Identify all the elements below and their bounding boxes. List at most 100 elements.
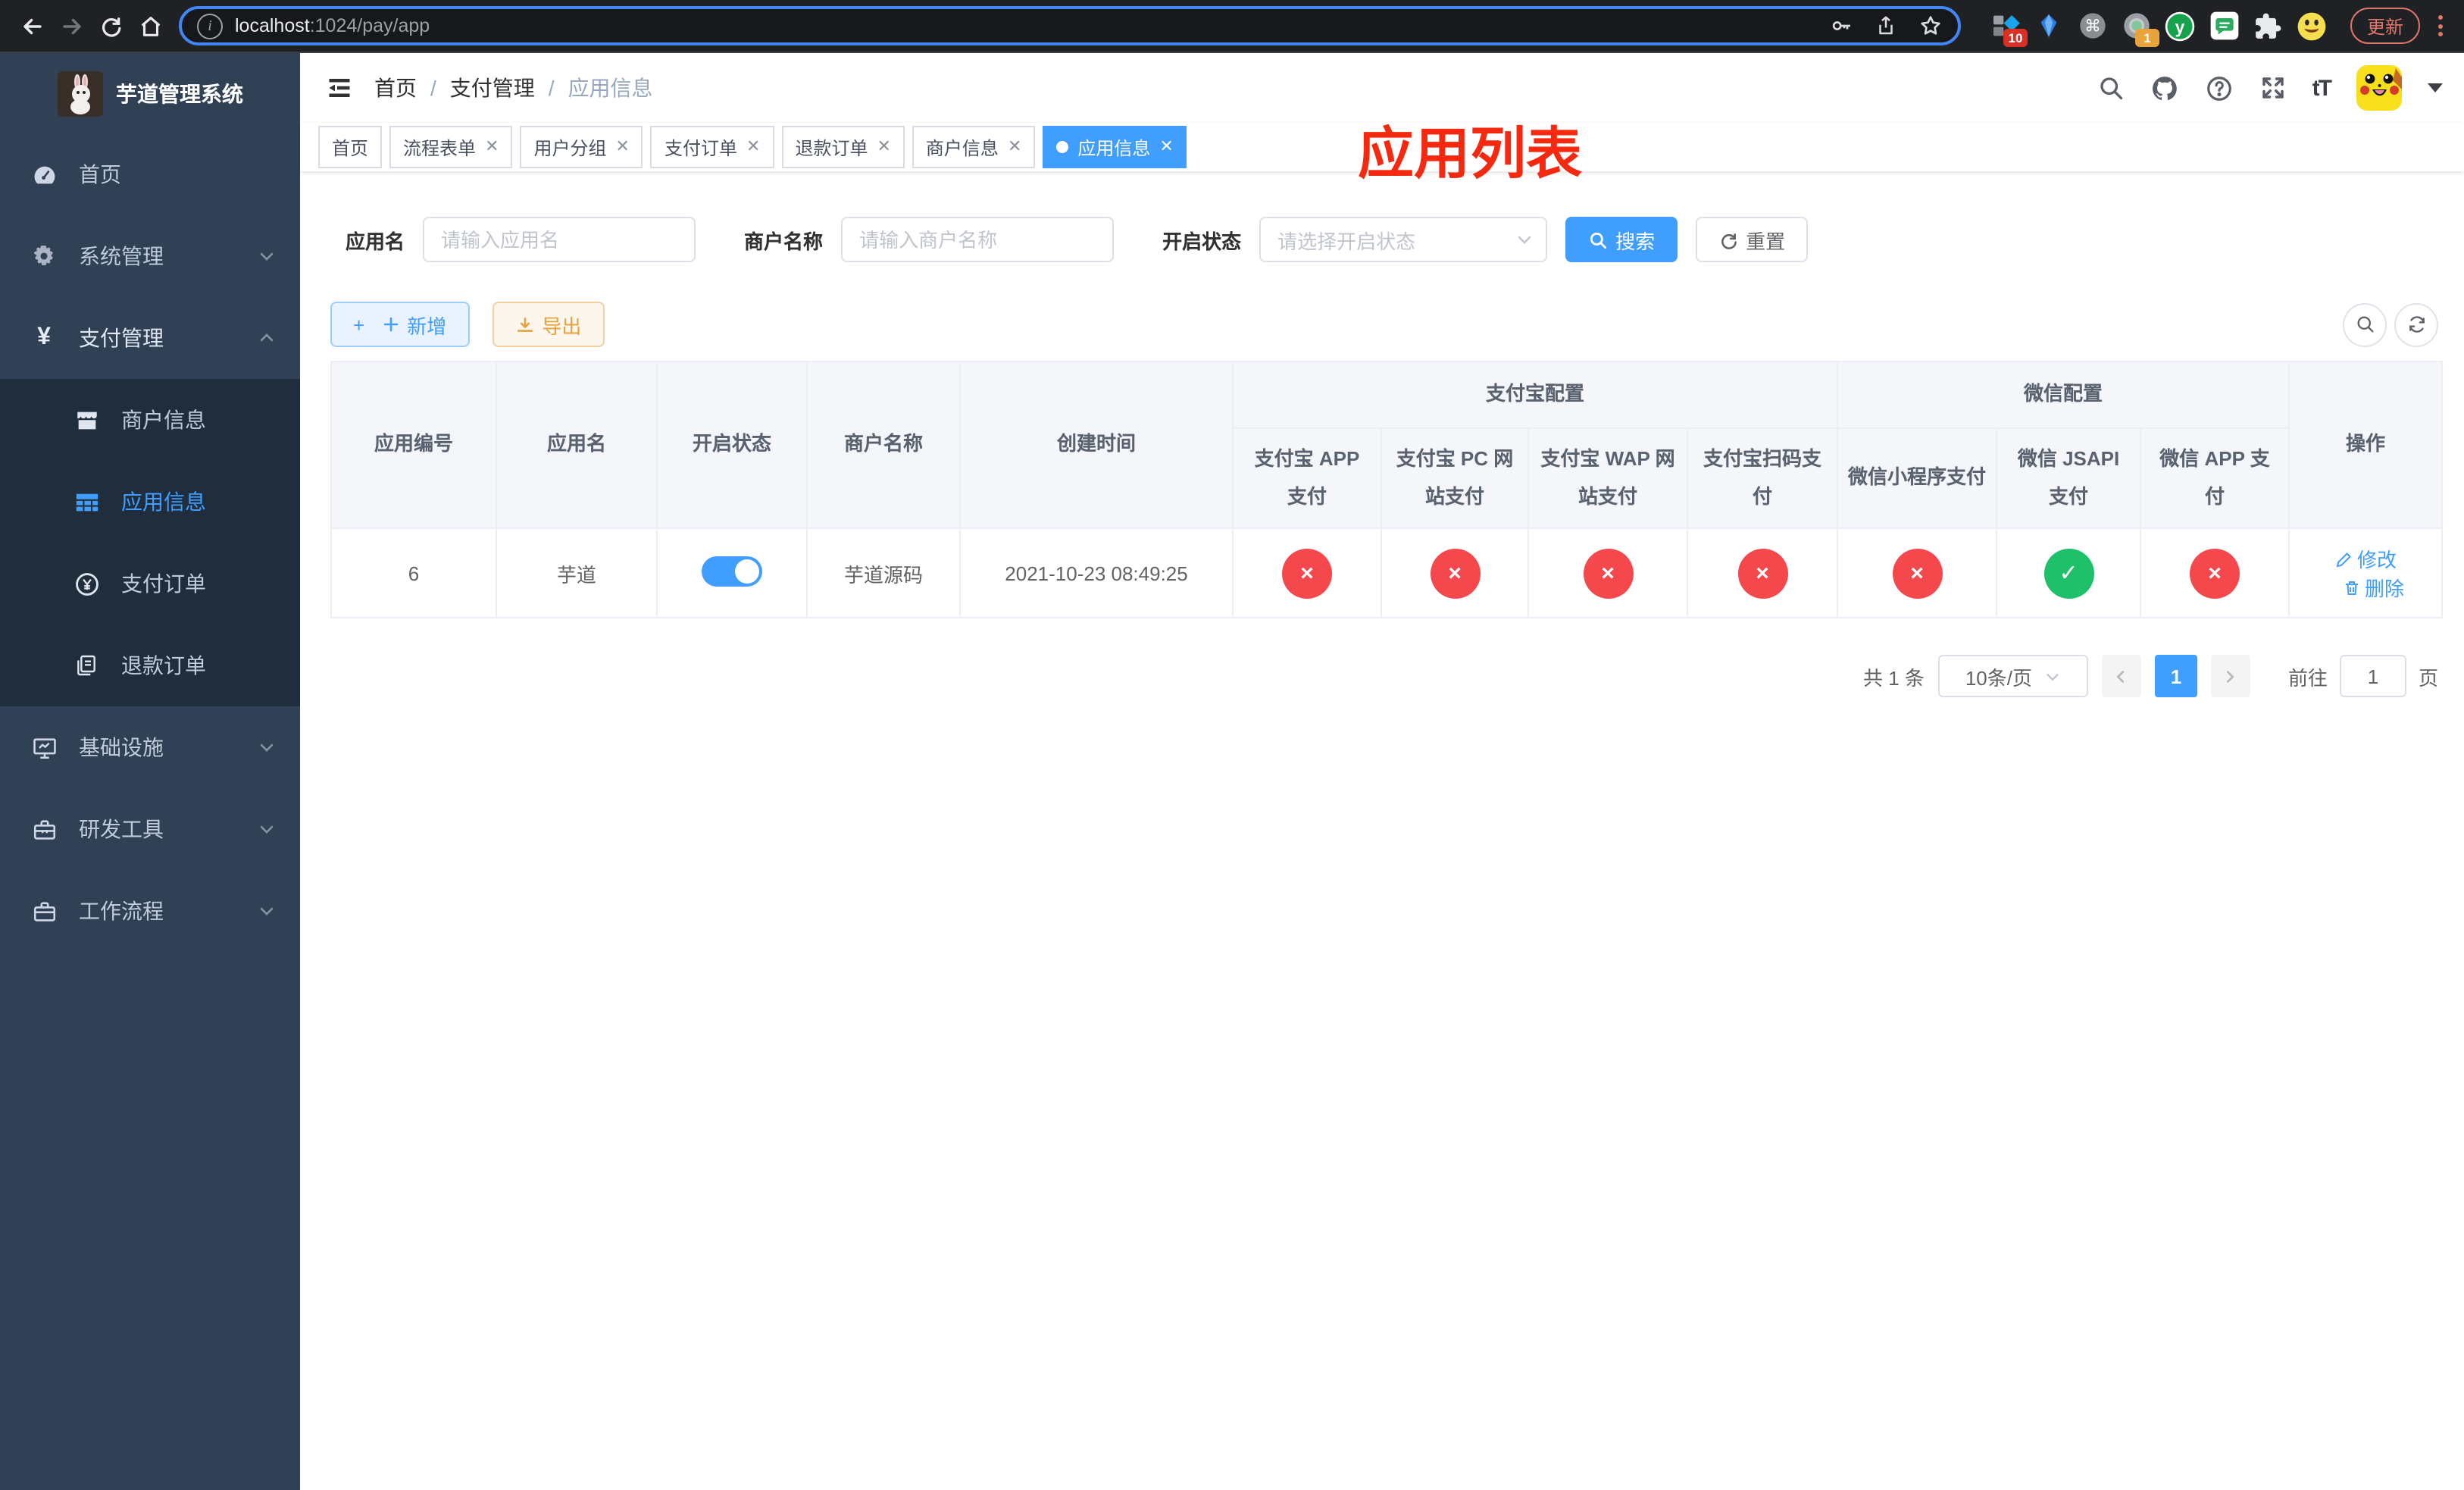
chevron-down-icon	[258, 738, 276, 756]
app-name-input[interactable]	[423, 217, 696, 262]
tab-refund-orders[interactable]: 退款订单 ✕	[781, 126, 905, 168]
extension-recorder-icon[interactable]: 1	[2120, 9, 2159, 47]
cell-created: 2021-10-23 08:49:25	[959, 527, 1234, 618]
browser-menu-icon[interactable]	[2429, 15, 2452, 36]
sidebar-item-infrastructure[interactable]: 基础设施	[0, 706, 300, 788]
add-button[interactable]: + 新增	[330, 302, 470, 347]
password-key-icon[interactable]	[1829, 14, 1853, 38]
sidebar-item-dev-tools[interactable]: 研发工具	[0, 788, 300, 870]
tab-merchant-info[interactable]: 商户信息 ✕	[911, 126, 1036, 168]
app-logo[interactable]: 芋道管理系统	[0, 53, 300, 133]
extension-blocks-icon[interactable]: 10	[1988, 9, 2028, 47]
edit-link[interactable]: 修改	[2334, 544, 2397, 573]
bookmark-star-icon[interactable]	[1918, 14, 1943, 38]
home-icon[interactable]	[130, 6, 170, 45]
fullscreen-icon[interactable]	[2259, 74, 2287, 102]
extension-puzzle-icon[interactable]	[2252, 9, 2285, 42]
close-icon[interactable]: ✕	[1008, 138, 1021, 155]
hamburger-icon[interactable]	[326, 74, 353, 102]
reload-icon[interactable]	[91, 6, 130, 45]
page-size-select[interactable]: 10条/页	[1937, 655, 2088, 697]
reset-button[interactable]: 重置	[1696, 217, 1809, 262]
export-button[interactable]: 导出	[492, 302, 605, 347]
app-name-label: 应用名	[346, 230, 405, 252]
avatar-caret-icon[interactable]	[2428, 83, 2443, 92]
sidebar-item-label: 首页	[79, 162, 121, 186]
yen-circle-icon	[73, 571, 100, 596]
breadcrumb-payment[interactable]: 支付管理	[450, 73, 535, 103]
site-info-icon[interactable]: i	[197, 13, 223, 39]
extension-chat-icon[interactable]	[2208, 9, 2241, 42]
briefcase-icon	[30, 898, 58, 924]
close-icon[interactable]: ✕	[877, 138, 890, 155]
tab-process-form[interactable]: 流程表单 ✕	[389, 126, 513, 168]
sidebar-item-label: 系统管理	[79, 244, 164, 268]
screen: i localhost:1024/pay/app 10 ⌘ 1 y 更新 芋道管…	[0, 0, 2464, 1490]
sidebar-item-app-info[interactable]: 应用信息	[0, 461, 300, 543]
search-icon	[1590, 231, 1607, 249]
group-header-alipay: 支付宝配置	[1231, 361, 1839, 429]
col-header-merchant: 商户名称	[806, 361, 961, 529]
chrome-update-button[interactable]: 更新	[2350, 8, 2420, 44]
merchant-name-input[interactable]	[841, 217, 1115, 262]
status-label: 开启状态	[1162, 230, 1242, 252]
extension-emoji-icon[interactable]	[2296, 9, 2329, 42]
col-header-wx-jsapi: 微信 JSAPI 支付	[1996, 427, 2142, 529]
delete-link[interactable]: 删除	[2342, 573, 2404, 602]
close-icon[interactable]: ✕	[485, 138, 499, 155]
chevron-down-icon	[1518, 236, 1531, 244]
table-row: 6 芋道 芋道源码 2021-10-23 08:49:25 × × × × × …	[330, 527, 2444, 618]
sidebar-item-pay-orders[interactable]: 支付订单	[0, 543, 300, 624]
sidebar-item-refund-orders[interactable]: 退款订单	[0, 624, 300, 706]
prev-page-button[interactable]	[2101, 655, 2141, 697]
pagination: 共 1 条 10条/页 1 前往 页	[330, 655, 2438, 697]
extension-balloon-icon[interactable]	[2032, 9, 2065, 42]
tab-home[interactable]: 首页	[318, 126, 383, 168]
tab-pay-orders[interactable]: 支付订单 ✕	[650, 126, 774, 168]
documents-icon	[73, 653, 100, 678]
extension-y-icon[interactable]: y	[2164, 9, 2197, 42]
avatar[interactable]	[2356, 65, 2402, 111]
address-bar[interactable]: i localhost:1024/pay/app	[179, 6, 1961, 45]
breadcrumb-home[interactable]: 首页	[374, 73, 417, 103]
status-wx-jsapi: ✓	[2043, 548, 2094, 598]
tab-user-group[interactable]: 用户分组 ✕	[520, 126, 643, 168]
header-search-icon[interactable]	[2097, 74, 2125, 102]
help-icon[interactable]	[2205, 74, 2234, 102]
breadcrumb-current: 应用信息	[568, 76, 653, 100]
next-page-button[interactable]	[2210, 655, 2250, 697]
goto-page-input[interactable]	[2339, 655, 2406, 697]
status-wx-lite: ×	[1892, 548, 1943, 598]
browser-toolbar: i localhost:1024/pay/app 10 ⌘ 1 y 更新	[0, 0, 2464, 53]
chevron-down-icon	[2047, 673, 2059, 681]
sidebar-item-merchant-info[interactable]: 商户信息	[0, 379, 300, 461]
toolbox-icon	[30, 816, 58, 842]
back-icon[interactable]	[12, 6, 52, 45]
extension-command-icon[interactable]: ⌘	[2076, 9, 2109, 42]
close-icon[interactable]: ✕	[1159, 138, 1173, 155]
chevron-down-icon	[258, 820, 276, 838]
status-toggle[interactable]	[702, 556, 762, 586]
status-select[interactable]: 请选择开启状态	[1259, 217, 1548, 262]
sidebar-item-system[interactable]: 系统管理	[0, 215, 300, 297]
refresh-icon	[1721, 233, 1737, 249]
table-toolbar: + 新增 导出	[330, 302, 2438, 347]
breadcrumb: 首页 / 支付管理 / 应用信息	[374, 73, 653, 103]
toggle-search-button[interactable]	[2343, 302, 2387, 346]
github-icon[interactable]	[2150, 74, 2179, 102]
refresh-button[interactable]	[2394, 302, 2438, 346]
col-header-alipay-qr: 支付宝扫码支付	[1686, 427, 1839, 529]
sidebar-item-workflow[interactable]: 工作流程	[0, 870, 300, 952]
forward-icon[interactable]	[52, 6, 91, 45]
close-icon[interactable]: ✕	[746, 138, 760, 155]
close-icon[interactable]: ✕	[616, 138, 630, 155]
page-number-active[interactable]: 1	[2154, 655, 2197, 697]
sidebar-item-payment[interactable]: ¥ 支付管理	[0, 297, 300, 379]
tab-app-info[interactable]: 应用信息 ✕	[1043, 126, 1187, 168]
share-icon[interactable]	[1875, 14, 1897, 38]
sidebar-item-home[interactable]: 首页	[0, 133, 300, 215]
col-header-app-name: 应用名	[496, 361, 658, 529]
search-button[interactable]: 搜索	[1565, 217, 1678, 262]
font-size-icon[interactable]: tT	[2312, 75, 2332, 101]
col-header-wx-app: 微信 APP 支付	[2140, 427, 2290, 529]
